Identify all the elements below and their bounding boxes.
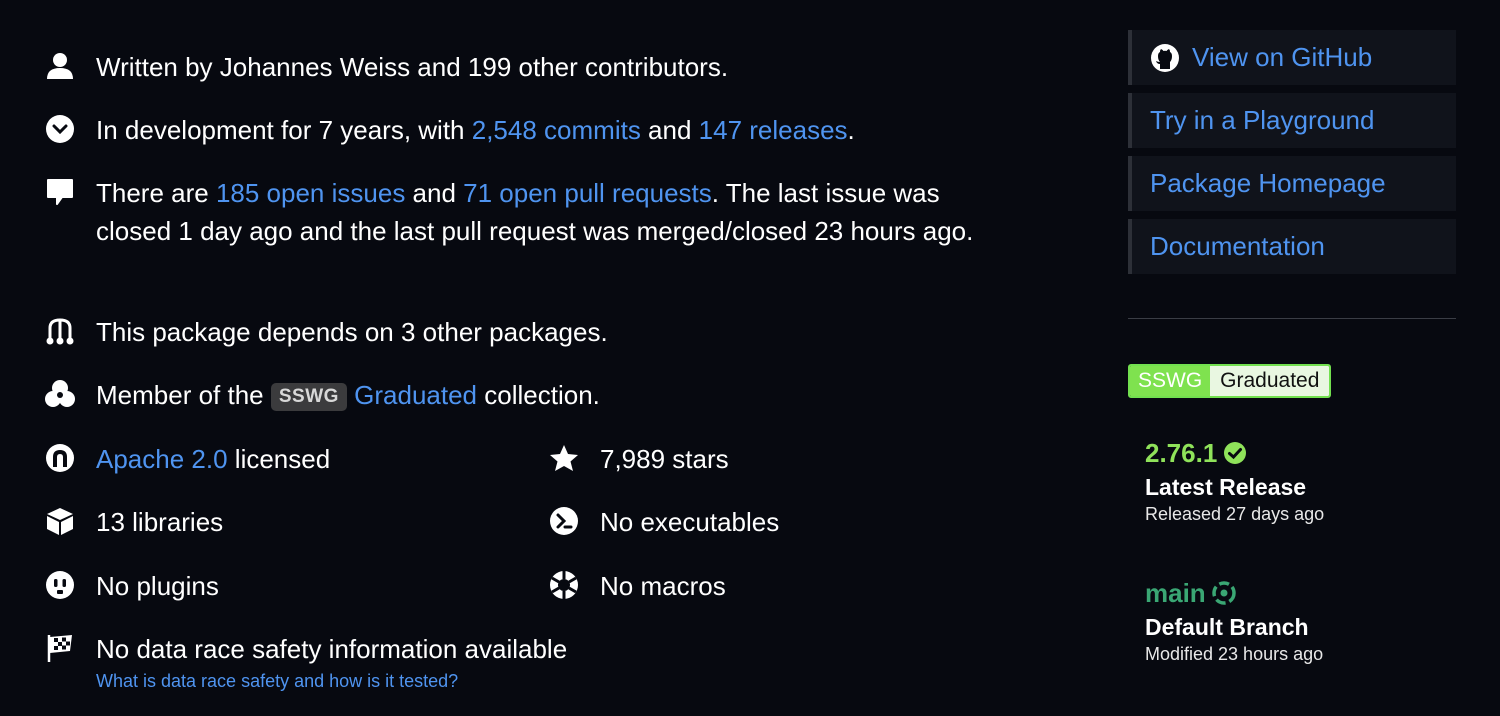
dependencies-icon — [42, 313, 78, 349]
data-race-help-link[interactable]: What is data race safety and how is it t… — [96, 670, 567, 692]
collection-suffix: collection. — [477, 380, 600, 410]
issues-middle: and — [405, 178, 464, 208]
graduated-collection-link[interactable]: Graduated — [354, 380, 477, 410]
branch-name: main — [1145, 578, 1206, 608]
fact-collection: Member of the SSWG Graduated collection. — [42, 376, 600, 414]
open-issues-link[interactable]: 185 open issues — [216, 178, 405, 208]
development-prefix: In development for 7 years, with — [96, 115, 472, 145]
default-branch-meta: Modified 23 hours ago — [1145, 644, 1324, 664]
latest-release-title: Latest Release — [1145, 474, 1307, 500]
dependencies-text: This package depends on 3 other packages… — [96, 317, 608, 347]
star-icon — [546, 440, 582, 476]
view-on-github-link[interactable]: View on GitHub — [1128, 30, 1456, 85]
view-on-github-label: View on GitHub — [1192, 42, 1373, 72]
fact-macros: No macros — [546, 567, 726, 605]
try-in-playground-label: Try in a Playground — [1150, 105, 1375, 135]
default-branch-title: Default Branch — [1145, 614, 1309, 640]
terminal-icon — [546, 503, 582, 539]
clock-icon — [42, 111, 78, 147]
sswg-badge-right: Graduated — [1210, 366, 1330, 396]
plug-icon — [42, 567, 78, 603]
fact-executables: No executables — [546, 503, 779, 541]
github-icon — [1151, 43, 1179, 72]
try-in-playground-link[interactable]: Try in a Playground — [1128, 93, 1456, 148]
open-prs-link[interactable]: 71 open pull requests — [463, 178, 712, 208]
development-suffix: . — [847, 115, 855, 145]
license-icon — [42, 440, 78, 476]
collection-prefix: Member of the — [96, 380, 271, 410]
fact-license: Apache 2.0 licensed — [42, 440, 330, 478]
fact-dependencies: This package depends on 3 other packages… — [42, 313, 608, 351]
libraries-text: 13 libraries — [96, 507, 224, 537]
package-homepage-label: Package Homepage — [1150, 168, 1386, 198]
sidebar-links: View on GitHub Try in a Playground Packa… — [1128, 30, 1456, 282]
sidebar-divider — [1128, 318, 1456, 319]
development-middle: and — [640, 115, 699, 145]
releases-link[interactable]: 147 releases — [699, 115, 848, 145]
fact-libraries: 13 libraries — [42, 503, 223, 541]
speech-bubble-icon — [42, 174, 78, 210]
fact-plugins: No plugins — [42, 567, 219, 605]
license-link[interactable]: Apache 2.0 — [96, 444, 228, 474]
sswg-badge-left: SSWG — [1130, 366, 1211, 396]
fact-development: In development for 7 years, with 2,548 c… — [42, 111, 855, 149]
fact-data-race: No data race safety information availabl… — [42, 630, 567, 692]
default-branch-block: main Default Branch Modified 23 hours ag… — [1145, 578, 1323, 666]
executables-text: No executables — [600, 507, 780, 537]
sswg-graduated-badge[interactable]: SSWG Graduated — [1128, 364, 1332, 398]
check-circle-icon — [1224, 442, 1247, 464]
person-icon — [42, 48, 78, 84]
data-race-text: No data race safety information availabl… — [96, 634, 568, 664]
package-homepage-link[interactable]: Package Homepage — [1128, 156, 1456, 211]
commits-link[interactable]: 2,548 commits — [472, 115, 641, 145]
documentation-link[interactable]: Documentation — [1128, 219, 1456, 274]
issues-prefix: There are — [96, 178, 216, 208]
stars-text: 7,989 stars — [600, 444, 729, 474]
latest-release-meta: Released 27 days ago — [1145, 504, 1325, 524]
fact-stars: 7,989 stars — [546, 440, 729, 478]
collection-icon — [42, 376, 78, 412]
release-version: 2.76.1 — [1145, 438, 1218, 468]
license-suffix: licensed — [227, 444, 331, 474]
latest-release-block: 2.76.1 Latest Release Released 27 days a… — [1145, 438, 1324, 526]
macros-text: No macros — [600, 571, 726, 601]
branch-activity-icon — [1211, 581, 1236, 605]
contributors-text: Written by Johannes Weiss and 199 other … — [96, 52, 729, 82]
fact-issues: There are 185 open issues and 71 open pu… — [42, 174, 1016, 250]
sswg-inline-badge: SSWG — [270, 383, 347, 411]
box-icon — [42, 503, 78, 539]
checkered-flag-icon — [42, 630, 78, 666]
aperture-icon — [546, 567, 582, 603]
documentation-label: Documentation — [1150, 231, 1325, 261]
fact-contributors: Written by Johannes Weiss and 199 other … — [42, 48, 728, 86]
plugins-text: No plugins — [96, 571, 219, 601]
